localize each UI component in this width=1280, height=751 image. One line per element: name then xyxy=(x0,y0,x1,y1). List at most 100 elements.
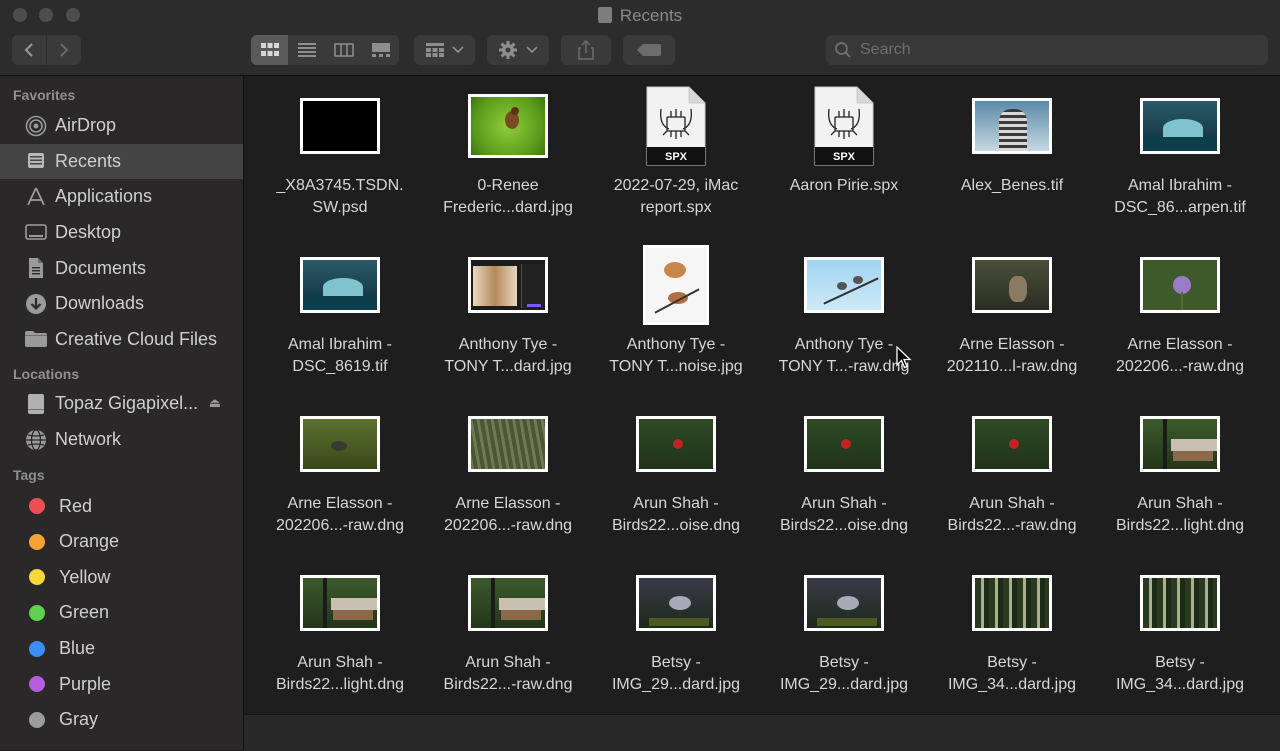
file-name: Betsy - IMG_34...dard.jpg xyxy=(932,652,1092,696)
file-item[interactable]: Amal Ibrahim - DSC_86...arpen.tif xyxy=(1096,84,1264,243)
mouse-cursor-icon xyxy=(896,346,912,369)
tag-blue[interactable]: Blue xyxy=(0,631,243,667)
tag-color-dot xyxy=(29,640,45,657)
sidebar-item-label: Applications xyxy=(55,186,153,207)
tag-purple[interactable]: Purple xyxy=(0,666,243,702)
file-name: Betsy - IMG_29...dard.jpg xyxy=(764,652,924,696)
column-view-button[interactable] xyxy=(325,35,362,65)
file-name-line2: Birds22...oise.dng xyxy=(779,517,909,534)
list-icon xyxy=(297,43,316,57)
sidebar-item-airdrop[interactable]: AirDrop xyxy=(0,108,243,144)
file-thumbnail xyxy=(760,243,928,327)
thumbnail-image xyxy=(1140,575,1220,631)
list-view-button[interactable] xyxy=(288,35,325,65)
tag-red[interactable]: Red xyxy=(0,488,243,524)
file-item[interactable]: Betsy - IMG_34...dard.jpg xyxy=(1096,561,1264,714)
tags-button[interactable] xyxy=(623,35,675,65)
file-item[interactable]: Alex_Benes.tif xyxy=(928,84,1096,243)
sidebar-item-network[interactable]: Network xyxy=(0,422,243,458)
file-item[interactable]: Betsy - IMG_29...dard.jpg xyxy=(760,561,928,714)
file-name: Amal Ibrahim - DSC_8619.tif xyxy=(260,334,420,378)
sidebar-item-label: Topaz Gigapixel... xyxy=(55,393,199,414)
file-item[interactable]: Arne Elasson - 202110...l-raw.dng xyxy=(928,243,1096,402)
file-item[interactable]: SPX 2022-07-29, iMac report.spx xyxy=(592,84,760,243)
thumbnail-image xyxy=(643,245,709,325)
sidebar-item-applications[interactable]: Applications xyxy=(0,179,243,215)
tag-gray[interactable]: Gray xyxy=(0,702,243,738)
file-item[interactable]: Arun Shah - Birds22...oise.dng xyxy=(760,402,928,561)
tag-orange[interactable]: Orange xyxy=(0,524,243,560)
sidebar-item-topaz-gigapixel[interactable]: Topaz Gigapixel... ⏏ xyxy=(0,386,243,422)
file-name-line1: Anthony Tye - xyxy=(458,336,558,353)
file-name-line2: IMG_29...dard.jpg xyxy=(779,676,909,693)
share-button[interactable] xyxy=(561,35,611,65)
file-item[interactable]: Arun Shah - Birds22...-raw.dng xyxy=(424,561,592,714)
file-item[interactable]: Arun Shah - Birds22...light.dng xyxy=(256,561,424,714)
sidebar-item-label: Documents xyxy=(55,257,147,278)
file-name-line1: Arun Shah - xyxy=(969,495,1055,512)
search-field[interactable]: Search xyxy=(826,35,1268,65)
file-name-line1: Arun Shah - xyxy=(465,654,551,671)
chevron-left-icon xyxy=(24,43,33,57)
tag-yellow[interactable]: Yellow xyxy=(0,560,243,596)
file-item[interactable]: Anthony Tye - TONY T...noise.jpg xyxy=(592,243,760,402)
action-menu-button[interactable] xyxy=(487,35,549,65)
thumbnail-image xyxy=(636,416,716,472)
network-icon xyxy=(24,428,48,452)
sidebar-item-label: AirDrop xyxy=(55,115,117,136)
file-item[interactable]: 0-Renee Frederic...dard.jpg xyxy=(424,84,592,243)
icon-view-button[interactable] xyxy=(251,35,288,65)
file-item[interactable]: Anthony Tye - TONY T...-raw.dng xyxy=(760,243,928,402)
file-item[interactable]: Arne Elasson - 202206...-raw.dng xyxy=(1096,243,1264,402)
file-item[interactable]: Amal Ibrahim - DSC_8619.tif xyxy=(256,243,424,402)
search-placeholder: Search xyxy=(860,41,911,58)
sidebar-item-desktop[interactable]: Desktop xyxy=(0,215,243,251)
sidebar-item-recents[interactable]: Recents xyxy=(0,143,243,180)
file-item[interactable]: Arne Elasson - 202206...-raw.dng xyxy=(424,402,592,561)
file-thumbnail xyxy=(256,243,424,327)
file-name: Arne Elasson - 202206...-raw.dng xyxy=(1100,334,1260,378)
grid-icon xyxy=(260,43,279,56)
svg-text:SPX: SPX xyxy=(833,151,856,163)
file-thumbnail xyxy=(760,402,928,486)
file-item[interactable]: Betsy - IMG_34...dard.jpg xyxy=(928,561,1096,714)
group-by-button[interactable] xyxy=(414,35,475,65)
forward-button[interactable] xyxy=(47,35,81,65)
file-item[interactable]: Arun Shah - Birds22...oise.dng xyxy=(592,402,760,561)
sidebar-item-label: Downloads xyxy=(55,293,145,314)
gallery-view-button[interactable] xyxy=(362,35,399,65)
eject-icon[interactable]: ⏏ xyxy=(209,395,221,411)
file-name-line2: TONY T...dard.jpg xyxy=(444,358,572,375)
back-button[interactable] xyxy=(12,35,46,65)
file-name-line2: SW.psd xyxy=(312,199,368,216)
sidebar-item-label: Desktop xyxy=(55,222,122,243)
tag-label: Purple xyxy=(59,673,112,694)
file-item[interactable]: Anthony Tye - TONY T...dard.jpg xyxy=(424,243,592,402)
sidebar: Favorites AirDrop Recents Applications Desk… xyxy=(0,76,244,750)
file-name: Amal Ibrahim - DSC_86...arpen.tif xyxy=(1100,175,1260,219)
downloads-icon xyxy=(24,292,48,316)
document-icon: SPX xyxy=(760,84,928,168)
file-name: Betsy - IMG_34...dard.jpg xyxy=(1100,652,1260,696)
file-item[interactable]: SPX Aaron Pirie.spx xyxy=(760,84,928,243)
sidebar-item-documents[interactable]: Documents xyxy=(0,250,243,286)
file-item[interactable]: _X8A3745.TSDN. SW.psd xyxy=(256,84,424,243)
sidebar-item-creative-cloud-files[interactable]: Creative Cloud Files xyxy=(0,322,243,358)
file-item[interactable]: Arun Shah - Birds22...light.dng xyxy=(1096,402,1264,561)
file-name-line2: Birds22...light.dng xyxy=(275,676,405,693)
chevron-down-icon xyxy=(526,46,538,54)
thumbnail-image xyxy=(636,575,716,631)
file-name-line2: DSC_8619.tif xyxy=(292,358,388,375)
group-grid-icon xyxy=(425,43,444,57)
sidebar-item-downloads[interactable]: Downloads xyxy=(0,286,243,322)
thumbnail-image xyxy=(468,94,548,158)
tag-color-dot xyxy=(29,498,45,515)
file-name-line1: Betsy - xyxy=(1155,654,1205,671)
file-name-line2: 202206...-raw.dng xyxy=(275,517,405,534)
file-item[interactable]: Arne Elasson - 202206...-raw.dng xyxy=(256,402,424,561)
file-thumbnail xyxy=(1096,402,1264,486)
file-name-line1: Arne Elasson - xyxy=(1127,336,1233,353)
file-item[interactable]: Betsy - IMG_29...dard.jpg xyxy=(592,561,760,714)
file-item[interactable]: Arun Shah - Birds22...-raw.dng xyxy=(928,402,1096,561)
tag-green[interactable]: Green xyxy=(0,595,243,631)
